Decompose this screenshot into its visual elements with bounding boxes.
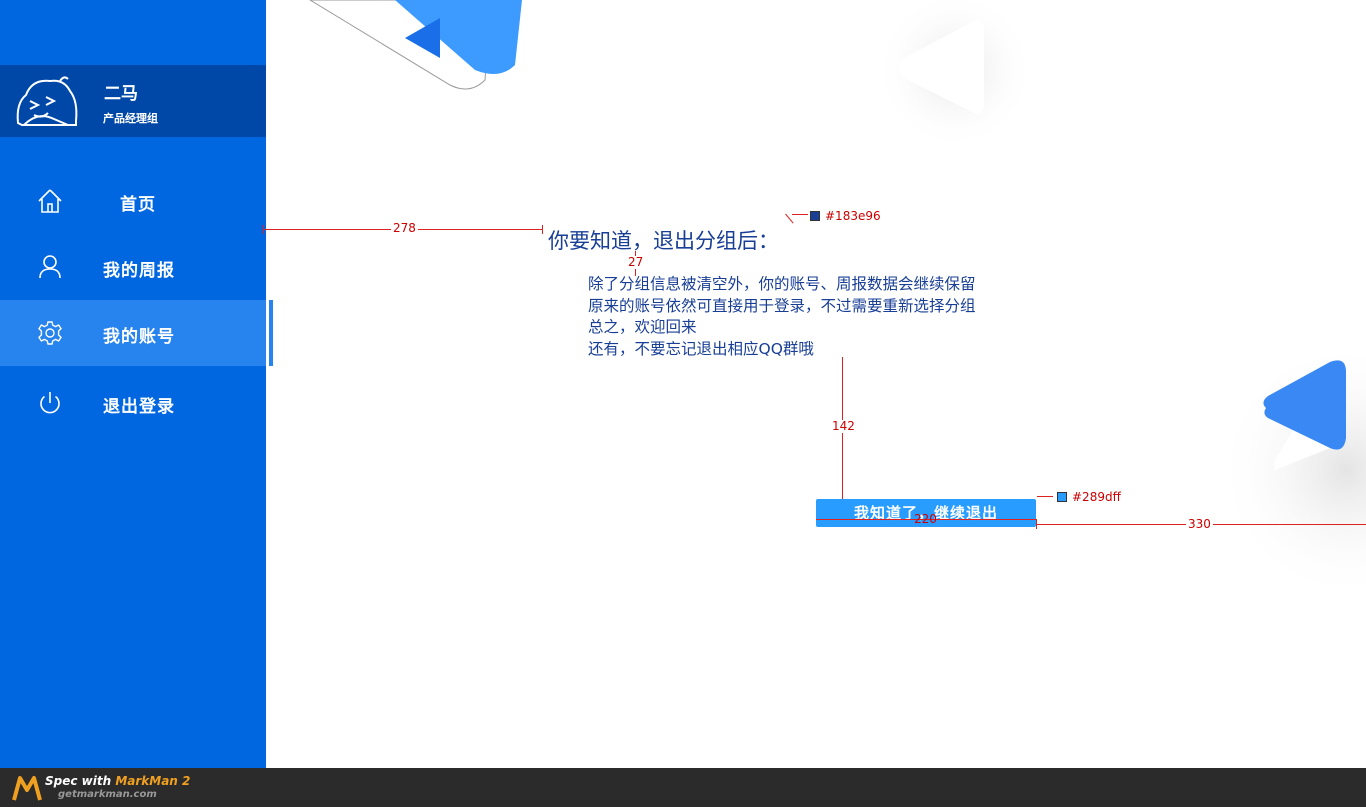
sidebar-item-label: 首页 — [120, 195, 156, 215]
info-text: 除了分组信息被清空外，你的账号、周报数据会继续保留 原来的账号依然可直接用于登录… — [588, 274, 976, 360]
home-icon — [38, 189, 62, 213]
info-line: 总之，欢迎回来 — [588, 318, 697, 336]
user-group: 产品经理组 — [103, 112, 158, 125]
spec-tick — [263, 225, 264, 234]
sidebar-item-label: 我的账号 — [103, 327, 175, 347]
page-title: 你要知道，退出分组后： — [548, 229, 779, 253]
user-icon — [39, 255, 61, 279]
user-name: 二马 — [104, 84, 138, 104]
power-icon — [40, 392, 60, 414]
active-indicator — [269, 300, 273, 366]
spec-leader — [785, 213, 794, 224]
sidebar-item-label: 我的周报 — [103, 261, 175, 281]
spec-color-heading: #183e96 — [825, 209, 881, 223]
spec-label-heading-gap: 27 — [626, 255, 646, 269]
spec-tick — [1036, 519, 1037, 529]
sidebar-item-home[interactable]: 首页 — [0, 168, 266, 234]
spec-tick — [542, 225, 543, 234]
footer-title: Spec with MarkMan 2 — [45, 774, 190, 788]
info-line: 原来的账号依然可直接用于登录，不过需要重新选择分组 — [588, 296, 976, 315]
spec-leader — [792, 214, 808, 215]
spec-label-text-to-button: 142 — [830, 419, 857, 433]
spec-color-button: #289dff — [1072, 490, 1121, 504]
spec-label-left-offset: 278 — [391, 221, 418, 235]
sidebar-item-my-account[interactable]: 我的账号 — [0, 300, 266, 366]
spec-label-button-width: 220 — [914, 512, 937, 526]
spec-label-right-offset: 330 — [1186, 517, 1213, 531]
footer-brand: MarkMan 2 — [115, 774, 191, 788]
decorative-triangle-top-left — [309, 0, 522, 90]
decorative-triangle-top-right — [875, 0, 1030, 150]
info-line: 还有，不要忘记退出相应QQ群哦 — [588, 339, 814, 358]
footer-spec-with: Spec with — [45, 774, 116, 788]
markman-footer: Spec with MarkMan 2 getmarkman.com — [0, 768, 1366, 807]
user-profile: 二马 产品经理组 — [0, 65, 266, 137]
sidebar-item-logout[interactable]: 退出登录 — [0, 370, 266, 436]
gear-icon — [38, 321, 62, 345]
color-swatch — [810, 211, 820, 221]
markman-logo-icon — [12, 776, 42, 801]
sidebar: 二马 产品经理组 首页 我的周报 我的账号 退出登录 — [0, 0, 266, 768]
avatar — [16, 76, 78, 126]
sidebar-item-weekly-report[interactable]: 我的周报 — [0, 234, 266, 300]
sidebar-item-label: 退出登录 — [103, 397, 175, 417]
info-line: 除了分组信息被清空外，你的账号、周报数据会继续保留 — [588, 275, 976, 293]
spec-leader — [1037, 496, 1053, 497]
decorative-triangle-right — [1190, 340, 1366, 600]
color-swatch — [1057, 492, 1067, 502]
footer-url[interactable]: getmarkman.com — [58, 789, 157, 800]
